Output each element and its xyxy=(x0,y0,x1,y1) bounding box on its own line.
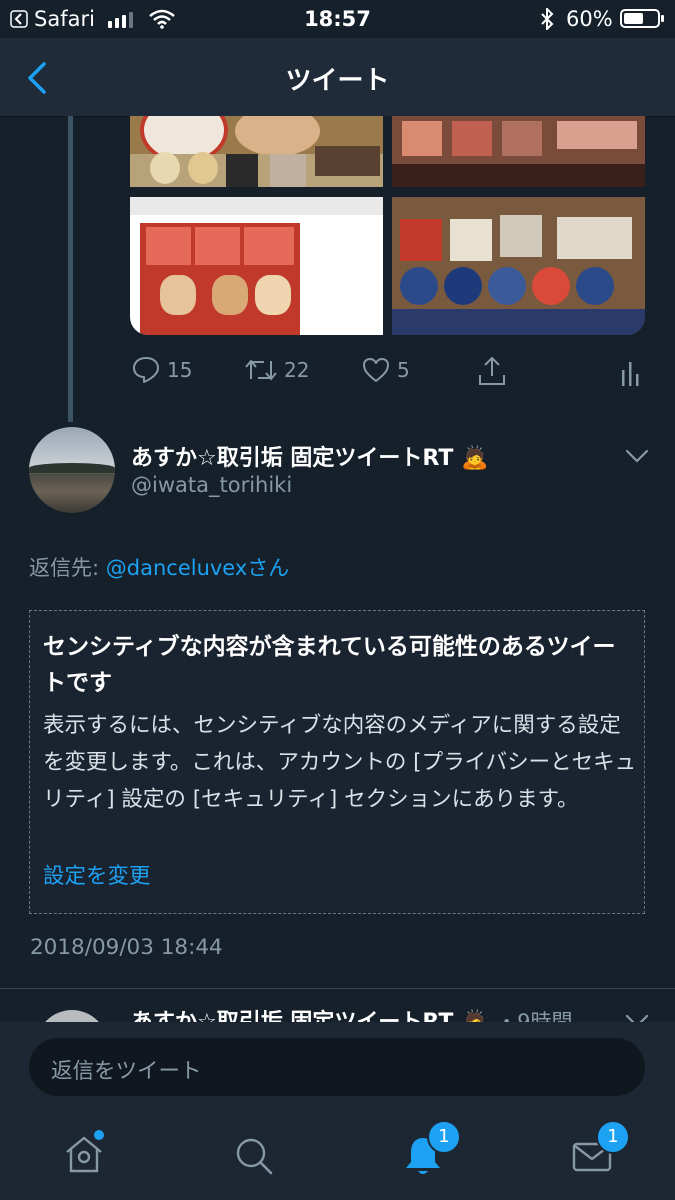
media-grid[interactable] xyxy=(130,116,645,335)
retweet-icon xyxy=(245,359,277,381)
sensitive-content-notice: センシティブな内容が含まれている可能性のあるツイートです 表示するには、センシテ… xyxy=(29,610,645,914)
reply-icon xyxy=(133,357,159,383)
reply-to-handle: @danceluvex xyxy=(105,556,248,580)
media-image-1[interactable] xyxy=(130,116,383,187)
battery-icon xyxy=(620,9,660,28)
analytics-icon[interactable] xyxy=(620,360,640,386)
media-image-3[interactable] xyxy=(130,197,383,335)
battery-tip xyxy=(661,15,664,22)
search-icon xyxy=(236,1138,273,1175)
tweet-timestamp: 2018/09/03 18:44 xyxy=(30,935,223,960)
display-name[interactable]: あすか☆取引垢 固定ツイートRT 🙇 xyxy=(131,440,488,472)
media-image-2[interactable] xyxy=(392,116,645,187)
media-image-4[interactable] xyxy=(392,197,645,335)
reply-composer-bar: 返信をツイート xyxy=(0,1022,675,1114)
change-settings-link[interactable]: 設定を変更 xyxy=(43,859,151,890)
reply-to: 返信先: @danceluvexさん xyxy=(29,552,289,582)
reply-button[interactable]: 15 xyxy=(131,355,192,385)
divider xyxy=(0,988,675,989)
reply-to-prefix: 返信先: xyxy=(29,556,106,580)
sensitive-body: 表示するには、センシティブな内容のメディアに関する設定を変更します。これは、アカ… xyxy=(43,713,637,812)
page-title: ツイート xyxy=(285,66,390,96)
status-bar: Safari 18:57 60% xyxy=(0,0,675,38)
navigation-bar: ツイート xyxy=(0,38,675,117)
reply-placeholder: 返信をツイート xyxy=(51,1059,202,1084)
display-name-text: あすか☆取引垢 固定ツイートRT xyxy=(131,446,454,471)
tab-messages[interactable]: 1 xyxy=(570,1120,630,1182)
heart-icon xyxy=(363,358,389,382)
tab-search[interactable] xyxy=(232,1134,278,1180)
like-count: 5 xyxy=(397,358,410,382)
reply-input[interactable]: 返信をツイート xyxy=(29,1038,645,1096)
battery-level xyxy=(624,13,644,24)
tab-bar: 1 1 xyxy=(0,1114,675,1200)
reply-to-user-link[interactable]: @danceluvexさん xyxy=(106,556,290,580)
retweet-count: 22 xyxy=(284,358,310,382)
home-dot-indicator xyxy=(94,1130,104,1140)
notifications-badge: 1 xyxy=(427,1120,461,1154)
reply-to-suffix: さん xyxy=(247,556,290,580)
like-button[interactable]: 5 xyxy=(361,355,410,385)
user-handle[interactable]: @iwata_torihiki xyxy=(131,473,292,497)
share-icon[interactable] xyxy=(477,355,507,387)
reply-count: 15 xyxy=(167,358,193,382)
sensitive-title: センシティブな内容が含まれている可能性のあるツイートです xyxy=(43,634,616,696)
tab-notifications[interactable]: 1 xyxy=(401,1120,461,1180)
battery-percent: 60% xyxy=(566,7,613,31)
tab-home[interactable] xyxy=(62,1130,108,1178)
messages-badge: 1 xyxy=(596,1120,630,1154)
thread-line xyxy=(68,116,73,422)
avatar[interactable] xyxy=(29,427,115,513)
chevron-down-icon[interactable] xyxy=(624,447,650,465)
bluetooth-icon xyxy=(541,8,554,30)
retweet-button[interactable]: 22 xyxy=(244,355,309,385)
person-emoji-icon: 🙇 xyxy=(461,446,489,471)
